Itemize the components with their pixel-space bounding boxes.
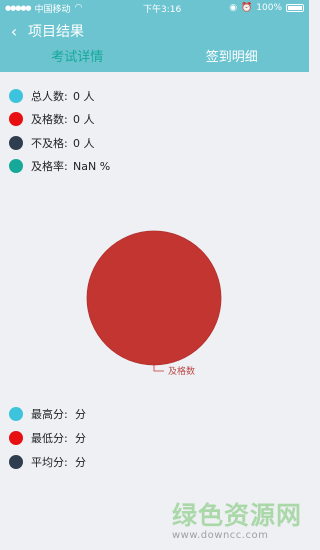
score-row-lowest: 最低分: 分 [9, 430, 86, 446]
stat-row-total: 总人数: 0 人 [9, 88, 95, 104]
watermark-name: 绿色资源网 [172, 501, 303, 530]
legend-dot [9, 89, 23, 103]
signal-icon: ●●●●● [5, 4, 32, 12]
status-right: ◉ ⏰ 100% [229, 3, 304, 13]
pie-chart: 及格数 [84, 228, 224, 388]
legend-dot [9, 455, 23, 469]
stat-row-passed: 及格数: 0 人 [9, 111, 95, 127]
wifi-icon: ◠ [74, 3, 83, 13]
stat-row-failed: 不及格: 0 人 [9, 135, 95, 151]
alarm-icon: ⏰ [241, 3, 253, 13]
stat-label: 不及格: [31, 137, 68, 150]
battery-icon [286, 4, 304, 12]
score-row-average: 平均分: 分 [9, 454, 86, 470]
score-label: 最低分: [31, 432, 68, 445]
score-label: 最高分: [31, 408, 68, 421]
score-value: 分 [75, 432, 86, 445]
stat-value: 0 人 [73, 113, 95, 126]
location-icon: ◉ [229, 3, 238, 13]
tab-exam-details[interactable]: 考试详情 [0, 46, 155, 72]
back-arrow-icon[interactable]: ‹ [0, 22, 28, 41]
pie-slice [86, 230, 222, 366]
score-row-highest: 最高分: 分 [9, 406, 86, 422]
stat-label: 及格数: [31, 113, 68, 126]
carrier-label: 中国移动 [34, 4, 71, 15]
status-time: 下午3:16 [143, 4, 182, 15]
score-label: 平均分: [31, 456, 68, 469]
status-bar: ●●●●● 中国移动 ◠ 下午3:16 ◉ ⏰ 100% [0, 0, 309, 16]
status-left: ●●●●● 中国移动 ◠ [5, 2, 125, 15]
score-value: 分 [75, 408, 86, 421]
app-header: ‹ 项目结果 [0, 16, 309, 46]
battery-label: 100% [256, 3, 282, 13]
tab-bar: 考试详情 签到明细 [0, 46, 309, 72]
stat-value: 0 人 [73, 137, 95, 150]
pie-chart-svg: 及格数 [86, 230, 222, 377]
stat-row-pass-rate: 及格率: NaN % [9, 158, 110, 174]
watermark-logo: 绿色资源网 www.downcc.com [172, 496, 302, 546]
legend-dot [9, 112, 23, 126]
page-title: 项目结果 [28, 24, 84, 40]
legend-dot [9, 431, 23, 445]
legend-dot [9, 407, 23, 421]
pie-label-line [153, 365, 164, 372]
legend-dot [9, 136, 23, 150]
stat-label: 及格率: [31, 160, 68, 173]
stat-value: 0 人 [73, 90, 95, 103]
stat-value: NaN % [73, 159, 111, 173]
stat-label: 总人数: [31, 90, 68, 103]
score-value: 分 [75, 456, 86, 469]
pie-slice-label: 及格数 [168, 365, 195, 377]
tab-check-in-details[interactable]: 签到明细 [155, 46, 310, 72]
legend-dot [9, 159, 23, 173]
